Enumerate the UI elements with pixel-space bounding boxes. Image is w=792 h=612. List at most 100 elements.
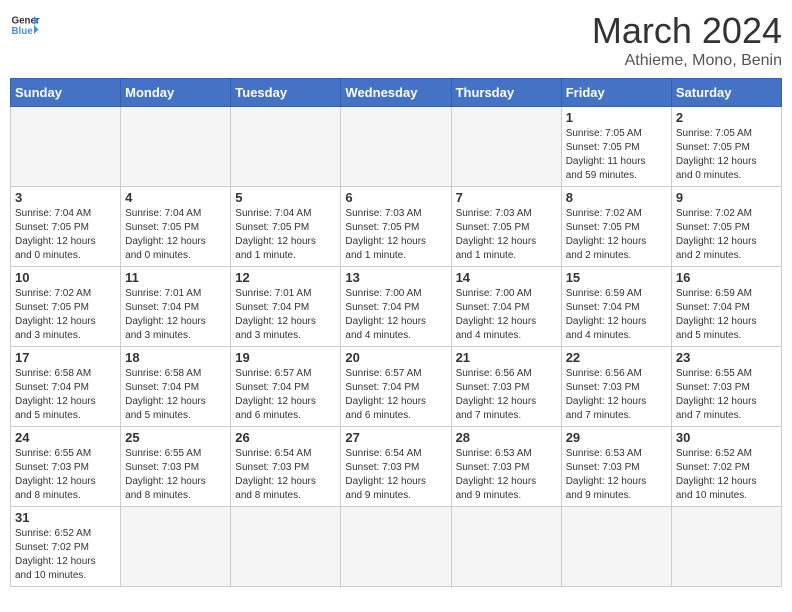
day-number: 15: [566, 270, 667, 285]
calendar-day-cell: 12 Sunrise: 7:01 AM Sunset: 7:04 PM Dayli…: [231, 267, 341, 347]
calendar-week-row: 1 Sunrise: 7:05 AM Sunset: 7:05 PM Daylig…: [11, 107, 782, 187]
day-info: Sunrise: 6:58 AM Sunset: 7:04 PM Dayligh…: [125, 367, 226, 423]
day-number: 1: [566, 110, 667, 125]
calendar-day-cell: 29 Sunrise: 6:53 AM Sunset: 7:03 PM Dayli…: [561, 427, 671, 507]
day-number: 4: [125, 190, 226, 205]
day-info: Sunrise: 6:56 AM Sunset: 7:03 PM Dayligh…: [456, 367, 557, 423]
calendar-day-cell: 6Sunrise: 7:03 AM Sunset: 7:05 PM Daylig…: [341, 187, 451, 267]
day-number: 24: [15, 430, 116, 445]
day-info: Sunrise: 6:59 AM Sunset: 7:04 PM Dayligh…: [676, 287, 777, 343]
day-number: 27: [345, 430, 446, 445]
calendar-day-cell: 16 Sunrise: 6:59 AM Sunset: 7:04 PM Dayli…: [671, 267, 781, 347]
day-number: 21: [456, 350, 557, 365]
day-number: 20: [345, 350, 446, 365]
calendar-day-cell: [121, 107, 231, 187]
day-number: 18: [125, 350, 226, 365]
day-info: Sunrise: 6:53 AM Sunset: 7:03 PM Dayligh…: [456, 447, 557, 503]
header: General Blue March 2024 Athieme, Mono, B…: [10, 10, 782, 70]
calendar-day-cell: 14Sunrise: 7:00 AM Sunset: 7:04 PM Dayli…: [451, 267, 561, 347]
calendar-day-cell: 26 Sunrise: 6:54 AM Sunset: 7:03 PM Dayli…: [231, 427, 341, 507]
day-info: Sunrise: 6:55 AM Sunset: 7:03 PM Dayligh…: [15, 447, 116, 503]
calendar-day-cell: 11 Sunrise: 7:01 AM Sunset: 7:04 PM Dayli…: [121, 267, 231, 347]
calendar-week-row: 3 Sunrise: 7:04 AM Sunset: 7:05 PM Daylig…: [11, 187, 782, 267]
calendar-day-cell: [231, 107, 341, 187]
day-number: 13: [345, 270, 446, 285]
calendar-day-cell: 23 Sunrise: 6:55 AM Sunset: 7:03 PM Dayli…: [671, 347, 781, 427]
day-info: Sunrise: 6:59 AM Sunset: 7:04 PM Dayligh…: [566, 287, 667, 343]
calendar-day-cell: 19 Sunrise: 6:57 AM Sunset: 7:04 PM Dayli…: [231, 347, 341, 427]
day-number: 17: [15, 350, 116, 365]
day-number: 19: [235, 350, 336, 365]
calendar-day-cell: [341, 507, 451, 587]
day-number: 30: [676, 430, 777, 445]
day-info: Sunrise: 7:01 AM Sunset: 7:04 PM Dayligh…: [125, 287, 226, 343]
day-number: 11: [125, 270, 226, 285]
weekday-header-cell: Thursday: [451, 79, 561, 107]
calendar-day-cell: [451, 507, 561, 587]
day-number: 3: [15, 190, 116, 205]
day-info: Sunrise: 6:57 AM Sunset: 7:04 PM Dayligh…: [235, 367, 336, 423]
day-info: Sunrise: 6:56 AM Sunset: 7:03 PM Dayligh…: [566, 367, 667, 423]
svg-text:Blue: Blue: [12, 26, 34, 37]
logo: General Blue: [10, 10, 40, 40]
day-number: 2: [676, 110, 777, 125]
day-number: 25: [125, 430, 226, 445]
day-info: Sunrise: 6:54 AM Sunset: 7:03 PM Dayligh…: [235, 447, 336, 503]
day-number: 6: [345, 190, 446, 205]
day-number: 16: [676, 270, 777, 285]
day-info: Sunrise: 7:05 AM Sunset: 7:05 PM Dayligh…: [566, 127, 667, 183]
day-number: 23: [676, 350, 777, 365]
day-info: Sunrise: 6:55 AM Sunset: 7:03 PM Dayligh…: [676, 367, 777, 423]
day-info: Sunrise: 7:05 AM Sunset: 7:05 PM Dayligh…: [676, 127, 777, 183]
day-info: Sunrise: 6:52 AM Sunset: 7:02 PM Dayligh…: [676, 447, 777, 503]
calendar-day-cell: 21 Sunrise: 6:56 AM Sunset: 7:03 PM Dayli…: [451, 347, 561, 427]
calendar-body: 1 Sunrise: 7:05 AM Sunset: 7:05 PM Daylig…: [11, 107, 782, 587]
day-number: 31: [15, 510, 116, 525]
calendar-day-cell: 13Sunrise: 7:00 AM Sunset: 7:04 PM Dayli…: [341, 267, 451, 347]
day-number: 29: [566, 430, 667, 445]
calendar-day-cell: 17Sunrise: 6:58 AM Sunset: 7:04 PM Dayli…: [11, 347, 121, 427]
weekday-header-row: SundayMondayTuesdayWednesdayThursdayFrid…: [11, 79, 782, 107]
calendar-week-row: 24 Sunrise: 6:55 AM Sunset: 7:03 PM Dayli…: [11, 427, 782, 507]
calendar-week-row: 31Sunrise: 6:52 AM Sunset: 7:02 PM Dayli…: [11, 507, 782, 587]
calendar-day-cell: 15 Sunrise: 6:59 AM Sunset: 7:04 PM Dayli…: [561, 267, 671, 347]
day-number: 5: [235, 190, 336, 205]
calendar-day-cell: [561, 507, 671, 587]
logo-icon: General Blue: [10, 10, 40, 40]
calendar-day-cell: [671, 507, 781, 587]
calendar-day-cell: 18 Sunrise: 6:58 AM Sunset: 7:04 PM Dayli…: [121, 347, 231, 427]
day-number: 22: [566, 350, 667, 365]
day-info: Sunrise: 7:01 AM Sunset: 7:04 PM Dayligh…: [235, 287, 336, 343]
location-title: Athieme, Mono, Benin: [592, 52, 782, 70]
title-section: March 2024 Athieme, Mono, Benin: [592, 10, 782, 70]
day-number: 14: [456, 270, 557, 285]
weekday-header-cell: Sunday: [11, 79, 121, 107]
day-info: Sunrise: 6:55 AM Sunset: 7:03 PM Dayligh…: [125, 447, 226, 503]
day-info: Sunrise: 7:02 AM Sunset: 7:05 PM Dayligh…: [566, 207, 667, 263]
day-number: 9: [676, 190, 777, 205]
calendar-day-cell: [11, 107, 121, 187]
day-number: 26: [235, 430, 336, 445]
calendar-day-cell: 1 Sunrise: 7:05 AM Sunset: 7:05 PM Daylig…: [561, 107, 671, 187]
day-number: 28: [456, 430, 557, 445]
calendar-day-cell: 28 Sunrise: 6:53 AM Sunset: 7:03 PM Dayli…: [451, 427, 561, 507]
calendar-day-cell: 31Sunrise: 6:52 AM Sunset: 7:02 PM Dayli…: [11, 507, 121, 587]
calendar-day-cell: 5 Sunrise: 7:04 AM Sunset: 7:05 PM Daylig…: [231, 187, 341, 267]
calendar-day-cell: 25 Sunrise: 6:55 AM Sunset: 7:03 PM Dayli…: [121, 427, 231, 507]
day-info: Sunrise: 7:02 AM Sunset: 7:05 PM Dayligh…: [15, 287, 116, 343]
calendar-day-cell: 22 Sunrise: 6:56 AM Sunset: 7:03 PM Dayli…: [561, 347, 671, 427]
day-info: Sunrise: 7:04 AM Sunset: 7:05 PM Dayligh…: [125, 207, 226, 263]
calendar-day-cell: 2 Sunrise: 7:05 AM Sunset: 7:05 PM Daylig…: [671, 107, 781, 187]
calendar-day-cell: [451, 107, 561, 187]
calendar-day-cell: [341, 107, 451, 187]
calendar-week-row: 17 Sunrise: 6:58 AM Sunset: 7:04 PM Dayli…: [11, 347, 782, 427]
day-info: Sunrise: 6:53 AM Sunset: 7:03 PM Dayligh…: [566, 447, 667, 503]
calendar-day-cell: 7Sunrise: 7:03 AM Sunset: 7:05 PM Daylig…: [451, 187, 561, 267]
calendar-day-cell: 20Sunrise: 6:57 AM Sunset: 7:04 PM Dayli…: [341, 347, 451, 427]
calendar-day-cell: 3Sunrise: 7:04 AM Sunset: 7:05 PM Daylig…: [11, 187, 121, 267]
day-number: 12: [235, 270, 336, 285]
calendar-day-cell: 24 Sunrise: 6:55 AM Sunset: 7:03 PM Dayli…: [11, 427, 121, 507]
day-info: Sunrise: 7:03 AM Sunset: 7:05 PM Dayligh…: [456, 207, 557, 263]
day-number: 8: [566, 190, 667, 205]
day-info: Sunrise: 7:04 AM Sunset: 7:05 PM Dayligh…: [235, 207, 336, 263]
